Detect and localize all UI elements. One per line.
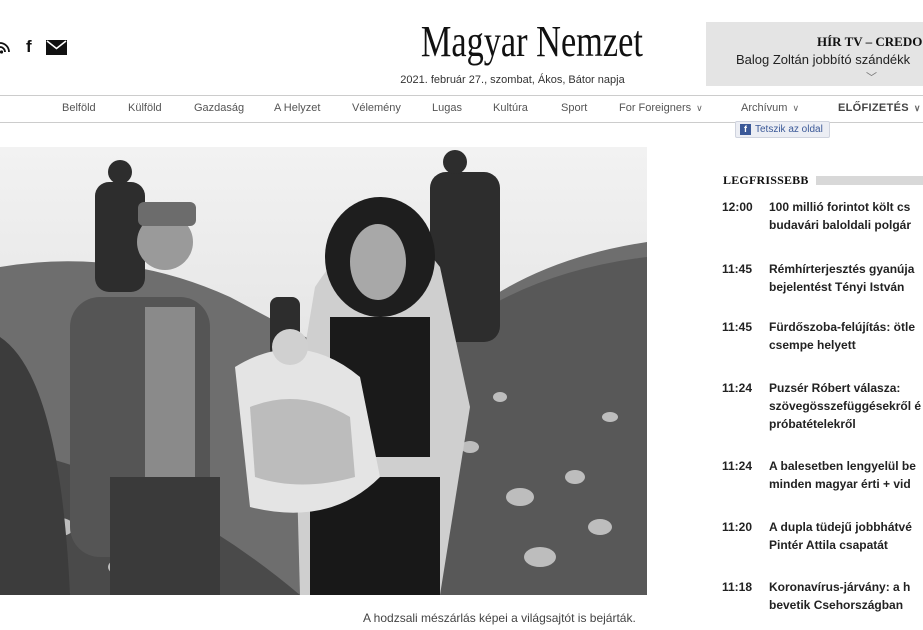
news-item[interactable]: Koronavírus-járvány: a h bevetik Csehors… — [769, 578, 923, 614]
nav-item-belfold[interactable]: Belföld — [62, 102, 96, 114]
news-item[interactable]: A balesetben lengyelül be minden magyar … — [769, 457, 923, 493]
nav-item-kultura[interactable]: Kultúra — [493, 102, 528, 114]
latest-heading: LEGFRISSEBB — [723, 173, 809, 187]
nav-item-kulfold[interactable]: Külföld — [128, 102, 162, 114]
news-title-line: budavári baloldali polgár — [769, 218, 912, 232]
dateline: 2021. február 27., szombat, Ákos, Bátor … — [400, 74, 625, 86]
article-photo — [0, 147, 647, 595]
facebook-like-button[interactable]: f Tetszik az oldal — [735, 121, 830, 138]
news-title-line: Rémhírterjesztés gyanúja — [769, 262, 915, 276]
heading-divider — [816, 176, 923, 185]
nav-item-archivum[interactable]: Archívum ∨ — [741, 102, 799, 114]
news-time: 11:18 — [722, 580, 753, 594]
tv-widget[interactable]: HÍR TV – CREDO Balog Zoltán jobbító szán… — [706, 22, 923, 86]
rss-icon[interactable] — [0, 40, 12, 54]
tv-widget-subtitle[interactable]: Balog Zoltán jobbító szándékk — [736, 52, 910, 67]
news-time: 11:20 — [722, 520, 753, 534]
news-item[interactable]: 100 millió forintot költ cs budavári bal… — [769, 198, 923, 234]
news-item[interactable]: A dupla tüdejű jobbhátvé Pintér Attila c… — [769, 518, 923, 554]
news-time: 11:45 — [722, 262, 753, 276]
news-title-line: Koronavírus-járvány: a h — [769, 580, 911, 594]
nav-item-label: For Foreigners — [619, 102, 692, 114]
site-logo[interactable]: Magyar Nemzet — [421, 14, 643, 70]
main-nav: Belföld Külföld Gazdaság A Helyzet Vélem… — [0, 95, 923, 123]
nav-item-velemeny[interactable]: Vélemény — [352, 102, 401, 114]
news-title-line: A dupla tüdejű jobbhátvé — [769, 520, 912, 534]
news-title-line: próbatételekről — [769, 417, 856, 431]
facebook-icon[interactable]: f — [26, 36, 32, 58]
news-title-line: szövegösszefüggésekről é — [769, 399, 922, 413]
news-time: 11:24 — [722, 459, 753, 473]
news-title-line: Puzsér Róbert válasza: — [769, 381, 901, 395]
nav-item-lugas[interactable]: Lugas — [432, 102, 462, 114]
tv-widget-title: HÍR TV – CREDO — [817, 34, 923, 49]
news-item[interactable]: Puzsér Róbert válasza: szövegösszefüggés… — [769, 379, 923, 433]
news-item[interactable]: Fürdőszoba-felújítás: ötle csempe helyet… — [769, 318, 923, 354]
nav-item-a-helyzet[interactable]: A Helyzet — [274, 102, 320, 114]
nav-item-for-foreigners[interactable]: For Foreigners ∨ — [619, 102, 703, 114]
nav-item-sport[interactable]: Sport — [561, 102, 587, 114]
news-title-line: Pintér Attila csapatát — [769, 538, 888, 552]
chevron-down-icon: ∨ — [696, 103, 703, 113]
news-item[interactable]: Rémhírterjesztés gyanúja bejelentést Tén… — [769, 260, 923, 296]
nav-item-label: ELŐFIZETÉS — [838, 102, 909, 114]
social-links: f — [0, 36, 67, 58]
mail-icon[interactable] — [45, 39, 67, 55]
like-label: Tetszik az oldal — [755, 124, 823, 135]
news-title-line: bejelentést Tényi István — [769, 280, 905, 294]
news-title-line: Fürdőszoba-felújítás: ötle — [769, 320, 916, 334]
chevron-down-icon: ∨ — [792, 103, 800, 113]
photo-caption: A hodzsali mészárlás képei a világsajtót… — [363, 611, 636, 625]
nav-item-elofizetes[interactable]: ELŐFIZETÉS ∨ — [838, 102, 921, 114]
news-title-line: minden magyar érti + vid — [769, 477, 911, 491]
news-time: 12:00 — [722, 200, 753, 214]
news-time: 11:24 — [722, 381, 753, 395]
news-title-line: bevetik Csehországban — [769, 598, 904, 612]
chevron-down-icon: ∨ — [913, 103, 921, 113]
news-title-line: csempe helyett — [769, 338, 856, 352]
news-title-line: A balesetben lengyelül be — [769, 459, 916, 473]
facebook-icon: f — [740, 124, 751, 135]
nav-item-label: Archívum — [741, 102, 788, 114]
chevron-down-icon[interactable]: ﹀ — [866, 69, 877, 85]
news-time: 11:45 — [722, 320, 753, 334]
news-title-line: 100 millió forintot költ cs — [769, 200, 911, 214]
nav-item-gazdasag[interactable]: Gazdaság — [194, 102, 244, 114]
